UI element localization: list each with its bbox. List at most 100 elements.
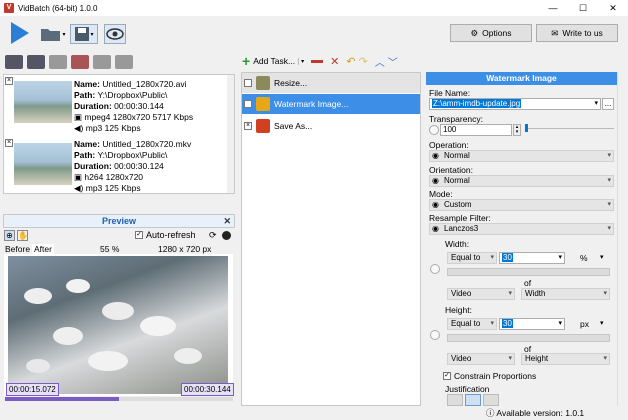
constrain-label: Constrain Proportions xyxy=(454,371,537,381)
resample-select[interactable]: ◉ Lanczos3 ▾ xyxy=(429,223,614,235)
file-list-scrollbar[interactable] xyxy=(227,75,234,193)
transparency-value: 100 xyxy=(443,125,457,134)
mode-label: Mode: xyxy=(429,189,453,199)
after-tab[interactable]: After xyxy=(32,244,54,254)
transparency-field[interactable]: 100 xyxy=(440,124,512,136)
file-path: Y:\Dropbox\Public\ xyxy=(97,150,168,160)
eye-icon[interactable] xyxy=(429,125,439,135)
align-top-right-icon[interactable] xyxy=(483,394,499,406)
add-folder-icon[interactable] xyxy=(27,55,45,69)
watermark-scrollbar[interactable] xyxy=(617,72,625,406)
height-dimension-select[interactable]: Height ▾ xyxy=(521,353,610,365)
operation-label: Operation: xyxy=(429,140,469,150)
file-name: Untitled_1280x720.avi xyxy=(102,79,187,89)
zoom-icon[interactable]: ⊕ xyxy=(4,230,15,241)
chevron-down-icon: ▾ xyxy=(490,320,494,327)
move-task-up-icon[interactable]: ︿ xyxy=(375,54,385,69)
move-up-icon[interactable] xyxy=(93,55,111,69)
title-bar: V VidBatch (64-bit) 1.0.0 xyxy=(0,0,628,16)
align-top-left-icon[interactable] xyxy=(447,394,463,406)
remove-file-icon[interactable] xyxy=(49,55,67,69)
task-item-resize[interactable]: Resize... xyxy=(242,73,420,93)
file-item[interactable]: × Name: Untitled_1280x720.avi Path: Y:\D… xyxy=(4,75,228,135)
width-of-label: of xyxy=(524,278,532,288)
audio-icon: ◀) xyxy=(74,183,84,193)
refresh-icon[interactable]: ⟳ xyxy=(209,230,217,241)
close-preview-icon[interactable]: ✕ xyxy=(223,215,231,227)
align-top-center-icon[interactable] xyxy=(465,394,481,406)
options-button[interactable]: ⚙ Options xyxy=(450,24,532,42)
play-icon xyxy=(11,22,29,44)
width-value-field[interactable]: 30 ▾ xyxy=(499,252,565,264)
orientation-select[interactable]: ◉ Normal ▾ xyxy=(429,175,614,187)
move-down-icon[interactable] xyxy=(115,55,133,69)
transparency-spinner[interactable]: ▴ ▾ xyxy=(513,124,521,136)
minimize-button[interactable]: — xyxy=(538,0,568,16)
task-item-watermark[interactable]: × Watermark Image... xyxy=(242,94,420,114)
operation-select[interactable]: ◉ Normal ▾ xyxy=(429,150,614,162)
run-button[interactable] xyxy=(6,19,34,47)
width-ref-select[interactable]: Video ▾ xyxy=(447,288,515,300)
close-button[interactable]: ✕ xyxy=(598,0,628,16)
hand-icon[interactable]: ✋ xyxy=(17,230,28,241)
height-value-field[interactable]: 30 ▾ xyxy=(499,318,565,330)
remove-file-checkbox[interactable]: × xyxy=(5,139,13,147)
plus-icon: + xyxy=(242,53,251,69)
task-checkbox[interactable] xyxy=(244,79,252,87)
name-label: Name: xyxy=(74,79,100,89)
open-folder-button[interactable]: ▾ xyxy=(40,24,66,44)
task-checkbox[interactable]: × xyxy=(244,100,252,108)
task-item-save[interactable]: × Save As... xyxy=(242,116,420,136)
remove-task-icon[interactable] xyxy=(311,59,324,63)
height-label: Height: xyxy=(445,305,472,315)
width-slider[interactable] xyxy=(447,268,610,276)
before-tab[interactable]: Before xyxy=(5,244,30,254)
width-mode-select[interactable]: Equal to ▾ xyxy=(447,252,497,264)
move-task-down-icon[interactable]: ﹀ xyxy=(388,54,398,69)
add-task-button[interactable]: Add Task... xyxy=(253,56,295,66)
transparency-slider-track[interactable] xyxy=(528,128,614,129)
width-dimension-select[interactable]: Width ▾ xyxy=(521,288,610,300)
mode-select[interactable]: ◉ Custom ▾ xyxy=(429,199,614,211)
orientation-label: Orientation: xyxy=(429,165,473,175)
preview-toggle-button[interactable] xyxy=(104,24,126,44)
name-label: Name: xyxy=(74,139,100,149)
chevron-down-icon[interactable]: ▾ xyxy=(600,253,604,261)
remove-file-checkbox[interactable]: × xyxy=(5,77,13,85)
file-item[interactable]: × Name: Untitled_1280x720.mkv Path: Y:\D… xyxy=(4,135,228,195)
task-label: Resize... xyxy=(274,78,308,88)
constrain-proportions[interactable]: ✓ Constrain Proportions xyxy=(443,371,536,381)
transparency-label: Transparency: xyxy=(429,114,484,124)
write-to-us-button[interactable]: ✉ Write to us xyxy=(536,24,618,42)
chevron-down-icon: ▾ xyxy=(508,290,512,297)
eye-icon: ◉ xyxy=(432,176,439,185)
redo-icon[interactable]: ↷ xyxy=(359,55,368,68)
clear-list-icon[interactable] xyxy=(71,55,89,69)
undo-icon[interactable]: ↶ xyxy=(346,55,355,68)
height-slider[interactable] xyxy=(447,334,610,342)
clear-tasks-icon[interactable]: ✕ xyxy=(330,55,339,68)
maximize-button[interactable]: ☐ xyxy=(568,0,598,16)
eye-icon[interactable] xyxy=(430,330,440,340)
add-task-dropdown[interactable]: ▾ xyxy=(298,57,304,65)
eye-icon: ◉ xyxy=(432,200,439,209)
width-dimension-value: Width xyxy=(525,289,546,298)
task-checkbox[interactable]: × xyxy=(244,122,252,130)
auto-refresh[interactable]: ✓ Auto-refresh xyxy=(135,230,196,240)
eye-icon xyxy=(106,28,124,40)
eye-icon[interactable] xyxy=(430,264,440,274)
width-label: Width: xyxy=(445,239,470,249)
chevron-down-icon[interactable]: ▾ xyxy=(600,319,604,327)
add-file-icon[interactable] xyxy=(5,55,23,69)
save-button[interactable]: ▾ xyxy=(70,24,98,44)
auto-refresh-checkbox[interactable]: ✓ xyxy=(135,231,143,239)
browse-button[interactable]: ... xyxy=(602,98,614,110)
file-duration: 00:00:30.144 xyxy=(114,101,164,111)
height-value: 30 xyxy=(502,319,513,328)
constrain-checkbox[interactable]: ✓ xyxy=(443,372,451,380)
height-ref-select[interactable]: Video ▾ xyxy=(447,353,515,365)
record-icon[interactable] xyxy=(222,231,231,240)
height-mode-select[interactable]: Equal to ▾ xyxy=(447,318,497,330)
window-title: VidBatch (64-bit) 1.0.0 xyxy=(18,3,98,13)
file-name-field[interactable]: Z:\amm-imdb-update.jpg ▾ xyxy=(429,98,601,110)
